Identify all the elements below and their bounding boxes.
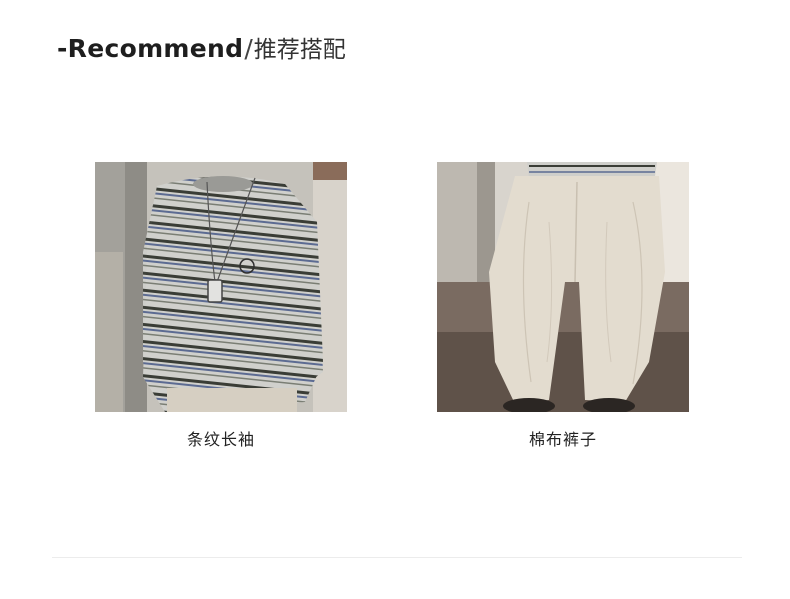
product-card-cotton-pants[interactable]: 棉布裤子 [437, 162, 689, 450]
product-label[interactable]: 棉布裤子 [437, 426, 689, 450]
product-card-striped-shirt[interactable]: 条纹长袖 [95, 162, 347, 450]
section-title-en: -Recommend [57, 34, 244, 63]
product-label[interactable]: 条纹长袖 [95, 426, 347, 450]
cotton-pants-image[interactable] [437, 162, 689, 412]
title-separator: / [244, 34, 253, 63]
striped-shirt-image[interactable] [95, 162, 347, 412]
section-title-cn: 推荐搭配 [253, 37, 346, 63]
section-header: -Recommend / 推荐搭配 [57, 30, 346, 72]
bottom-divider [52, 557, 742, 558]
